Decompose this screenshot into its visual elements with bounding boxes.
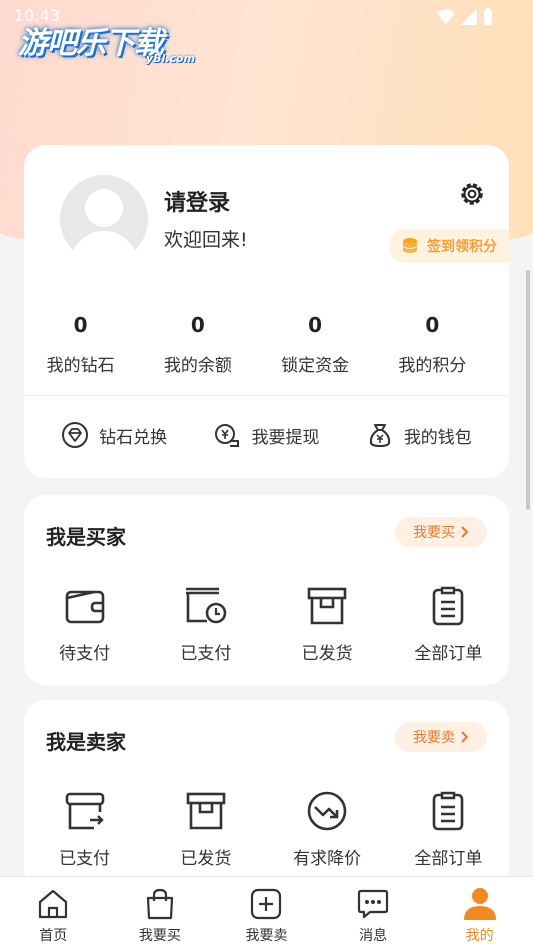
message-icon	[357, 889, 389, 919]
divider	[24, 395, 509, 396]
buyer-pending-payment[interactable]: 待支付	[24, 583, 145, 664]
nav-buy[interactable]: 我要买	[107, 877, 214, 948]
buyer-card: 我是买家 我要买 待支付 已支付 已发货 全部订单	[24, 495, 509, 685]
item-label: 已发货	[180, 849, 232, 869]
item-label: 已支付	[180, 644, 232, 664]
wallet-bag-icon	[369, 424, 390, 448]
withdraw-button[interactable]: 我要提现	[213, 421, 319, 449]
wifi-icon	[437, 9, 455, 24]
paid-clock-icon	[185, 587, 227, 624]
stat-label: 我的余额	[163, 356, 232, 376]
stat-value: 0	[190, 313, 205, 337]
box-icon	[186, 792, 226, 830]
item-label: 待支付	[59, 644, 111, 664]
buyer-paid[interactable]: 已支付	[145, 583, 266, 664]
diamond-icon	[62, 422, 89, 448]
stat-label: 我的钻石	[46, 356, 115, 376]
item-label: 已发货	[301, 644, 353, 664]
sell-label: 我要卖	[413, 730, 455, 746]
stat-value: 0	[308, 313, 323, 337]
item-label: 全部订单	[414, 644, 483, 664]
seller-order-items: 已支付 已发货 有求降价 全部订单	[24, 788, 509, 869]
action-label: 我要提现	[251, 427, 320, 448]
item-label: 全部订单	[414, 849, 483, 869]
stat-label: 我的积分	[398, 356, 467, 376]
nav-sell[interactable]: 我要卖	[213, 877, 320, 948]
stat-locked-funds[interactable]: 0 锁定资金	[255, 313, 376, 376]
nav-profile[interactable]: 我的	[426, 877, 533, 948]
settings-button[interactable]	[457, 179, 487, 209]
coins-icon	[403, 238, 417, 253]
seller-price-requests[interactable]: 有求降价	[267, 788, 388, 869]
buyer-order-items: 待支付 已支付 已发货 全部订单	[24, 583, 509, 664]
seller-shipped[interactable]: 已发货	[145, 788, 266, 869]
action-label: 钻石兑换	[99, 427, 168, 448]
buyer-title: 我是买家	[46, 525, 126, 549]
avatar[interactable]	[60, 175, 148, 263]
nav-messages[interactable]: 消息	[320, 877, 427, 948]
seller-all-orders[interactable]: 全部订单	[388, 788, 509, 869]
watermark-logo: 游吧乐下载 yBl.com	[18, 18, 195, 65]
status-icons	[437, 8, 493, 26]
stat-label: 锁定资金	[281, 356, 350, 376]
stat-balance[interactable]: 0 我的余额	[137, 313, 258, 376]
buy-label: 我要买	[413, 525, 455, 541]
item-label: 已支付	[59, 849, 111, 869]
stat-points[interactable]: 0 我的积分	[372, 313, 493, 376]
withdraw-icon	[215, 424, 240, 447]
order-list-icon	[433, 791, 464, 831]
price-down-icon	[307, 791, 347, 831]
diamond-exchange-button[interactable]: 钻石兑换	[61, 421, 167, 449]
wallet-actions: 钻石兑换 我要提现 我的钱包	[24, 421, 509, 449]
nav-home[interactable]: 首页	[0, 877, 107, 948]
order-list-icon	[433, 586, 464, 626]
sell-button[interactable]: 我要卖	[395, 722, 487, 752]
my-wallet-button[interactable]: 我的钱包	[366, 421, 472, 449]
watermark-title: 游吧乐下载	[18, 26, 164, 61]
checkin-label: 签到领积分	[427, 239, 497, 255]
scrollbar[interactable]	[526, 270, 530, 510]
nav-label: 我的	[465, 928, 494, 944]
welcome-text: 欢迎回来!	[164, 229, 248, 251]
nav-label: 我要卖	[245, 928, 288, 944]
home-icon	[39, 889, 68, 919]
chevron-right-icon	[461, 731, 469, 743]
login-title[interactable]: 请登录	[164, 185, 230, 217]
buyer-shipped[interactable]: 已发货	[267, 583, 388, 664]
nav-label: 消息	[359, 928, 388, 944]
buy-button[interactable]: 我要买	[395, 517, 487, 547]
box-out-icon	[65, 792, 104, 830]
battery-icon	[484, 8, 492, 25]
stat-diamonds[interactable]: 0 我的钻石	[20, 313, 141, 376]
watermark-subtitle: yBl.com	[146, 52, 196, 65]
nav-label: 首页	[39, 928, 68, 944]
gear-icon	[461, 183, 483, 205]
chevron-right-icon	[461, 526, 469, 538]
user-icon	[463, 888, 496, 920]
plus-box-icon	[251, 888, 282, 920]
profile-card: 请登录 欢迎回来! 签到领积分 0 我的钻石 0 我的余额 0 锁定资金 0 我…	[24, 145, 509, 478]
item-label: 有求降价	[293, 849, 362, 869]
buyer-all-orders[interactable]: 全部订单	[388, 583, 509, 664]
box-icon	[307, 587, 347, 625]
seller-title: 我是卖家	[46, 730, 126, 754]
stat-value: 0	[73, 313, 88, 337]
checkin-button[interactable]: 签到领积分	[389, 229, 509, 263]
stats-row: 0 我的钻石 0 我的余额 0 锁定资金 0 我的积分	[24, 313, 509, 376]
nav-label: 我要买	[138, 928, 181, 944]
bottom-nav: 首页 我要买 我要卖 消息 我的	[0, 876, 533, 948]
seller-paid[interactable]: 已支付	[24, 788, 145, 869]
wallet-icon	[65, 590, 104, 624]
shopping-bag-icon	[146, 888, 173, 920]
action-label: 我的钱包	[403, 427, 472, 448]
seller-card: 我是卖家 我要卖 已支付 已发货 有求降价 全部订单	[24, 700, 509, 890]
signal-icon	[461, 9, 477, 25]
stat-value: 0	[425, 313, 440, 337]
